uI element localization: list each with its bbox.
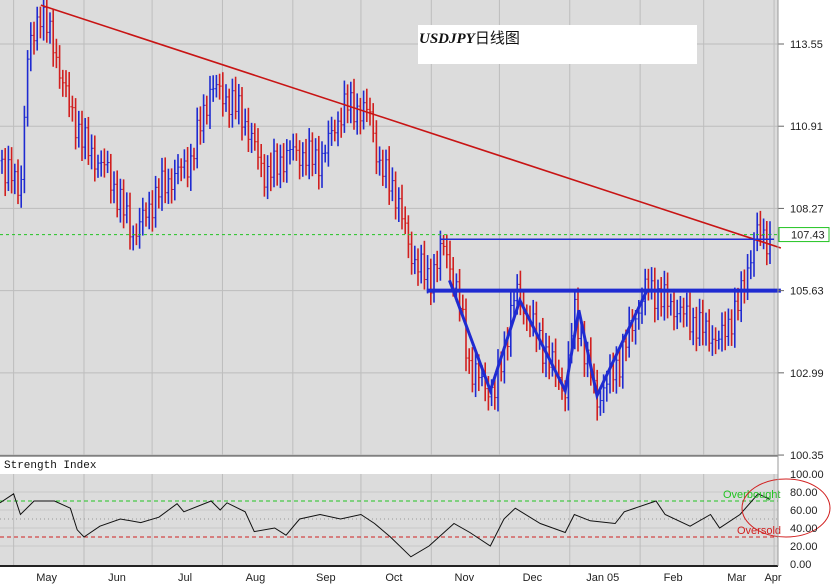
price-tick-label: 108.27: [790, 203, 824, 215]
month-label: Dec: [523, 572, 543, 584]
strength-tick-label: 0.00: [790, 559, 811, 571]
price-tick-label: 105.63: [790, 286, 824, 298]
month-label: Aug: [246, 572, 266, 584]
price-tick-label: 102.99: [790, 368, 824, 380]
month-label: Jun: [108, 572, 126, 584]
strength-tick-label: 20.00: [790, 541, 818, 553]
strength-tick-label: 100.00: [790, 469, 824, 481]
month-label: Mar: [727, 572, 746, 584]
price-tick-label: 110.91: [790, 121, 823, 133]
strength-tick-label: 40.00: [790, 523, 818, 535]
month-label: Apr: [764, 572, 781, 584]
price-tick-label: 113.55: [790, 39, 823, 51]
month-label: Feb: [664, 572, 683, 584]
month-label: May: [36, 572, 57, 584]
last-price-label: 107.43: [791, 230, 825, 242]
month-label: Jan 05: [586, 572, 619, 584]
usdjpy-chart: 107.43 OverboughtOversold 113.55110.9110…: [0, 0, 834, 588]
strength-tick-label: 80.00: [790, 487, 818, 499]
title-symbol: USDJPY: [419, 31, 477, 47]
month-label: Nov: [455, 572, 475, 584]
price-tick-label: 100.35: [790, 450, 824, 462]
title-suffix: 日线图: [475, 29, 520, 47]
month-label: Jul: [178, 572, 192, 584]
overbought-label: Overbought: [723, 489, 780, 501]
chart-title-box: USDJPY日线图: [418, 25, 697, 64]
strength-tick-label: 60.00: [790, 505, 818, 517]
strength-index-title: Strength Index: [4, 460, 97, 472]
price-plot-area: [0, 0, 778, 456]
svg-text:USDJPY日线图: USDJPY日线图: [419, 29, 520, 47]
month-label: Sep: [316, 572, 336, 584]
month-label: Oct: [385, 572, 402, 584]
